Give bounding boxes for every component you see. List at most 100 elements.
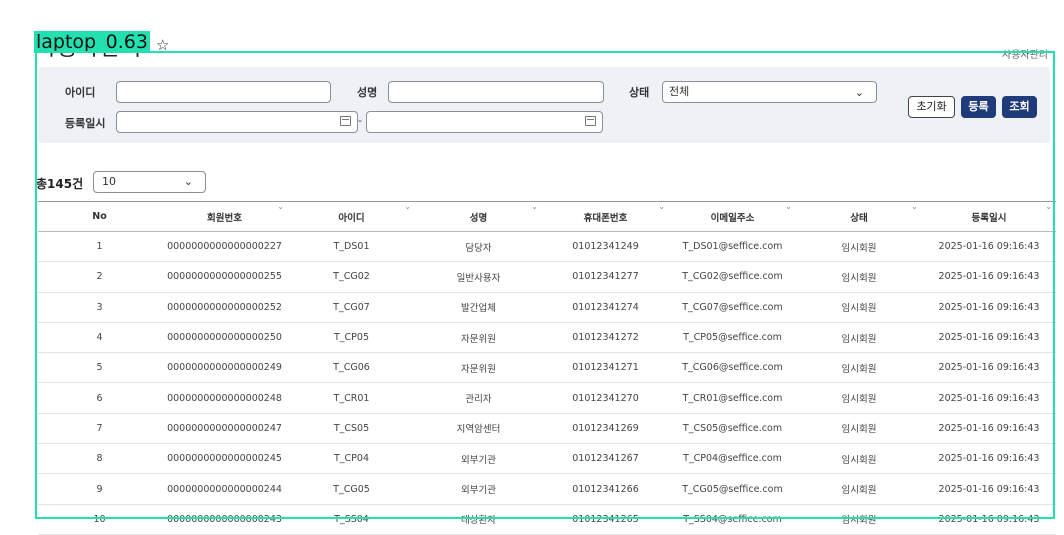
chevron-down-icon: ⌄ xyxy=(183,175,193,188)
table-cell: T_DS01 xyxy=(288,231,415,263)
table-cell: 관리자 xyxy=(415,382,542,414)
table-row[interactable]: 10 0000000000000000243 T_SS04 대상환자 010123412… xyxy=(38,504,1056,535)
table-cell: T_CS05@seffice.com xyxy=(669,413,796,445)
table-cell: T_CP04 xyxy=(288,443,415,475)
chevron-down-icon: ⌄ xyxy=(854,86,864,99)
table-cell: 2 xyxy=(38,261,161,293)
table-row[interactable]: 9 0000000000000000244 T_CG05 외부기관 0101234126… xyxy=(38,473,1056,505)
sort-icon[interactable]: ⌄ xyxy=(1045,202,1052,211)
page-size-select[interactable]: 10 ⌄ xyxy=(93,171,206,193)
table-cell: 일반사용자 xyxy=(415,261,542,293)
calendar-icon[interactable] xyxy=(585,116,596,126)
table-row[interactable]: 6 0000000000000000248 T_CR01 관리자 01012341270… xyxy=(38,382,1056,414)
table-row[interactable]: 3 0000000000000000252 T_CG07 발간업체 0101234127… xyxy=(38,292,1056,323)
column-header[interactable]: 회원번호 ⌄ xyxy=(161,201,288,232)
table-row[interactable]: 5 0000000000000000249 T_CG06 자문위원 0101234127… xyxy=(38,352,1056,384)
table-cell: 01012341277 xyxy=(542,261,669,293)
table-cell: 0000000000000000250 xyxy=(161,322,288,354)
table-cell: 4 xyxy=(38,322,161,354)
table-row[interactable]: 8 0000000000000000245 T_CP04 외부기관 0101234126… xyxy=(38,443,1056,475)
table-cell: 7 xyxy=(38,413,161,445)
date-from-input[interactable] xyxy=(116,111,358,133)
sort-icon[interactable]: ⌄ xyxy=(785,202,792,211)
status-select[interactable]: 전체 ⌄ xyxy=(662,81,877,103)
column-header[interactable]: No xyxy=(38,201,161,232)
table-cell: 0000000000000000252 xyxy=(161,292,288,323)
breadcrumb: 사용자관리 xyxy=(1002,50,1048,61)
table-cell: 2025-01-16 09:16:43 xyxy=(922,322,1056,354)
table-cell: 담당자 xyxy=(415,231,542,263)
table-cell: 3 xyxy=(38,292,161,323)
table-cell: T_CG02@seffice.com xyxy=(669,261,796,293)
page-size-value: 10 xyxy=(102,175,116,188)
table-cell: 0000000000000000244 xyxy=(161,473,288,505)
table-cell: 2025-01-16 09:16:43 xyxy=(922,292,1056,323)
table-cell: 01012341271 xyxy=(542,352,669,384)
table-cell: T_CS05 xyxy=(288,413,415,445)
table-row[interactable]: 4 0000000000000000250 T_CP05 자문위원 0101234127… xyxy=(38,322,1056,354)
table-cell: 2025-01-16 09:16:43 xyxy=(922,473,1056,505)
table-cell: T_CR01@seffice.com xyxy=(669,382,796,414)
table-cell: T_CP05@seffice.com xyxy=(669,322,796,354)
search-button[interactable]: 조회 xyxy=(1002,96,1037,118)
table-row[interactable]: 2 0000000000000000255 T_CG02 일반사용자 010123412… xyxy=(38,261,1056,293)
total-count: 총145건 xyxy=(36,177,84,191)
sort-icon[interactable]: ⌄ xyxy=(531,202,538,211)
detection-label: laptop_0.63 xyxy=(34,31,150,53)
table-cell: 외부기관 xyxy=(415,473,542,505)
sort-icon[interactable]: ⌄ xyxy=(658,202,665,211)
column-header[interactable]: 상태 ⌄ xyxy=(796,201,922,232)
table-cell: 외부기관 xyxy=(415,443,542,475)
table-cell: 01012341274 xyxy=(542,292,669,323)
table-cell: 1 xyxy=(38,231,161,263)
table-cell: 0000000000000000247 xyxy=(161,413,288,445)
date-to-input[interactable] xyxy=(366,111,603,133)
table-cell: 임시회원 xyxy=(796,504,922,535)
table-cell: 10 xyxy=(38,504,161,535)
table-cell: 대상환자 xyxy=(415,504,542,535)
search-panel: 아이디 성명 상태 전체 ⌄ 등록일시 - 초기화 등록 조회 xyxy=(38,67,1050,143)
reset-button[interactable]: 초기화 xyxy=(908,96,955,118)
column-header[interactable]: 등록일시 ⌄ xyxy=(922,201,1056,232)
table-cell: 2025-01-16 09:16:43 xyxy=(922,443,1056,475)
table-cell: 지역암센터 xyxy=(415,413,542,445)
table-cell: T_CG06@seffice.com xyxy=(669,352,796,384)
table-cell: T_CG05@seffice.com xyxy=(669,473,796,505)
table-cell: T_CG02 xyxy=(288,261,415,293)
column-header[interactable]: 이메일주소 ⌄ xyxy=(669,201,796,232)
status-select-value: 전체 xyxy=(669,85,690,98)
calendar-icon[interactable] xyxy=(340,116,351,126)
column-header[interactable]: 휴대폰번호 ⌄ xyxy=(542,201,669,232)
sort-icon[interactable]: ⌄ xyxy=(404,202,411,211)
date-separator: - xyxy=(358,114,362,127)
table-row[interactable]: 1 0000000000000000227 T_DS01 담당자 01012341249… xyxy=(38,231,1056,263)
register-button[interactable]: 등록 xyxy=(961,96,996,118)
table-cell: 5 xyxy=(38,352,161,384)
table-cell: 임시회원 xyxy=(796,443,922,475)
star-icon[interactable]: ☆ xyxy=(156,36,169,54)
table-cell: 01012341272 xyxy=(542,322,669,354)
table-cell: T_SS04@seffice.com xyxy=(669,504,796,535)
table-cell: 0000000000000000245 xyxy=(161,443,288,475)
sort-icon[interactable]: ⌄ xyxy=(277,202,284,211)
table-row[interactable]: 7 0000000000000000247 T_CS05 지역암센터 010123412… xyxy=(38,413,1056,445)
table-cell: 9 xyxy=(38,473,161,505)
table-cell: 0000000000000000227 xyxy=(161,231,288,263)
table-cell: T_CG07@seffice.com xyxy=(669,292,796,323)
table-header-row: No 회원번호 ⌄ 아이디 ⌄ 성명 ⌄ 휴대폰번호 ⌄ 이메일주소 ⌄ 상태 ⌄ 등록일시… xyxy=(38,201,1056,232)
table-cell: 01012341249 xyxy=(542,231,669,263)
column-header[interactable]: 성명 ⌄ xyxy=(415,201,542,232)
table-cell: 2025-01-16 09:16:43 xyxy=(922,352,1056,384)
id-input[interactable] xyxy=(116,81,331,103)
name-input[interactable] xyxy=(388,81,604,103)
table-cell: T_CR01 xyxy=(288,382,415,414)
table-cell: 2025-01-16 09:16:43 xyxy=(922,231,1056,263)
table-cell: 0000000000000000255 xyxy=(161,261,288,293)
table-cell: 임시회원 xyxy=(796,231,922,263)
table-cell: 발간업체 xyxy=(415,292,542,323)
table-cell: T_CG06 xyxy=(288,352,415,384)
date-label: 등록일시 xyxy=(65,117,106,130)
column-header[interactable]: 아이디 ⌄ xyxy=(288,201,415,232)
table-cell: 0000000000000000243 xyxy=(161,504,288,535)
sort-icon[interactable]: ⌄ xyxy=(911,202,918,211)
